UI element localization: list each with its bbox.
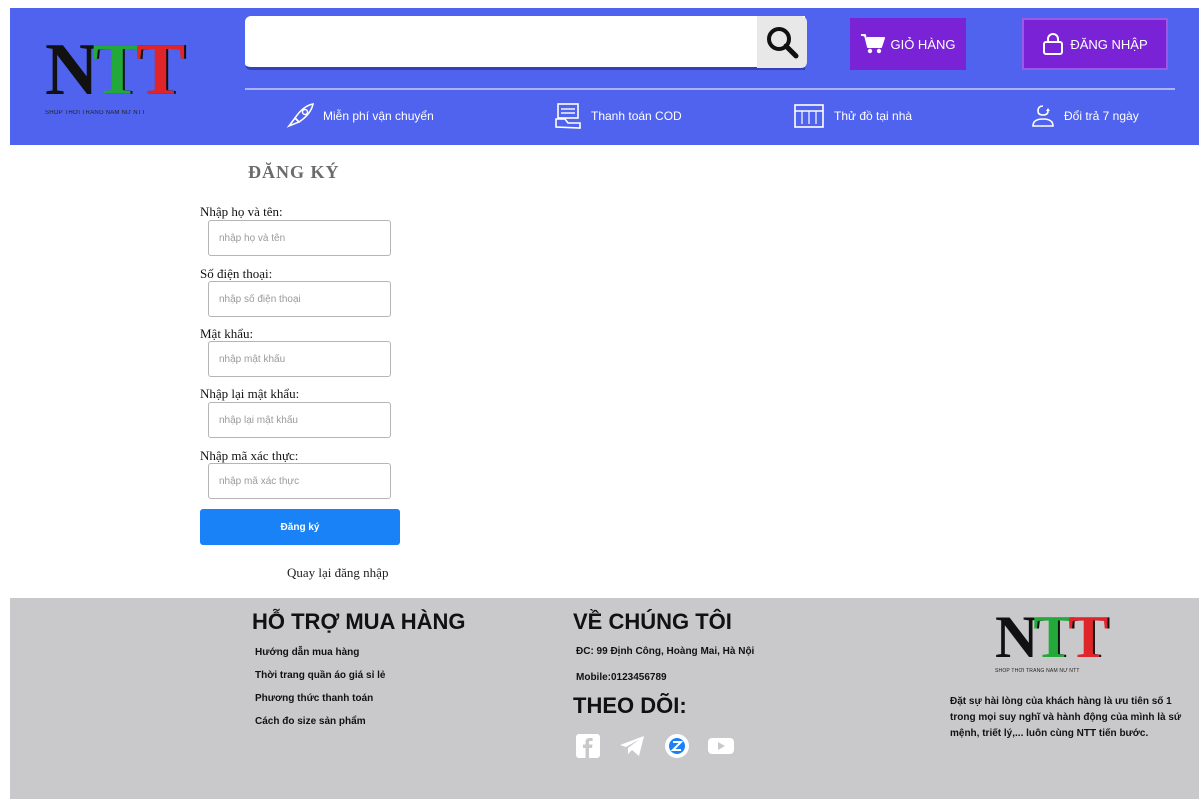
zalo-link[interactable] [662, 732, 692, 760]
support-link[interactable]: Hướng dẫn mua hàng [255, 647, 359, 658]
facebook-link[interactable] [573, 732, 603, 760]
verification-code-label: Nhập mã xác thực: [200, 448, 299, 463]
facebook-icon [576, 734, 600, 758]
return-icon [1032, 105, 1054, 127]
feature-label: Thử đồ tại nhà [834, 109, 913, 123]
confirm-password-input[interactable] [208, 402, 391, 438]
support-link[interactable]: Thời trang quần áo giá sỉ lẻ [255, 670, 385, 681]
wardrobe-icon [794, 104, 824, 128]
logo-tagline: SHOP THỜI TRANG NAM NỮ NTT [45, 110, 146, 116]
phone-input[interactable] [208, 281, 391, 317]
telegram-icon [620, 736, 644, 756]
confirm-password-label: Nhập lại mật khẩu: [200, 386, 300, 401]
feature-return: Đổi trả 7 ngày [1030, 100, 1139, 132]
support-heading: HỖ TRỢ MUA HÀNG [252, 609, 466, 634]
search-button[interactable] [757, 16, 807, 68]
youtube-icon [708, 738, 734, 754]
form-title: ĐĂNG KÝ [248, 162, 340, 182]
rocket-icon [286, 102, 315, 128]
address-text: ĐC: 99 Định Công, Hoàng Mai, Hà Nội [576, 646, 755, 657]
cash-icon [555, 103, 581, 129]
feature-label: Đổi trả 7 ngày [1064, 109, 1139, 123]
password-input[interactable] [208, 341, 391, 377]
support-link[interactable]: Phương thức thanh toán [255, 693, 373, 704]
back-to-login-link[interactable]: Quay lại đăng nhập [287, 565, 388, 581]
footer-logo: NTT SHOP THỜI TRANG NAM NỮ NTT [995, 606, 1115, 681]
password-label: Mật khẩu: [200, 326, 254, 341]
cart-icon [861, 34, 886, 54]
feature-label: Miễn phí vận chuyển [323, 109, 434, 123]
footer-logo-tagline: SHOP THỜI TRANG NAM NỮ NTT [995, 668, 1080, 674]
search-input[interactable] [245, 16, 805, 67]
support-link[interactable]: Cách đo size sản phẩm [255, 716, 366, 727]
zalo-icon [665, 734, 689, 758]
feature-free-shipping: Miễn phí vận chuyển [285, 100, 434, 132]
cart-button[interactable]: GIỎ HÀNG [850, 18, 966, 70]
logo-letters: NTT [45, 29, 185, 111]
logo-letters: NTT [995, 604, 1108, 670]
register-button[interactable]: Đăng ký [200, 509, 400, 545]
cart-label: GIỎ HÀNG [890, 36, 956, 52]
search-icon [767, 27, 799, 59]
fullname-label: Nhập họ và tên: [200, 204, 283, 219]
lock-icon [1043, 33, 1064, 55]
mobile-text: Mobile:0123456789 [576, 672, 667, 683]
login-button[interactable]: ĐĂNG NHẬP [1022, 18, 1168, 70]
follow-heading: THEO DÕI: [573, 693, 687, 718]
phone-label: Số điện thoại: [200, 266, 273, 281]
telegram-link[interactable] [617, 732, 647, 760]
youtube-link[interactable] [706, 732, 736, 760]
about-heading: VỀ CHÚNG TÔI [573, 609, 732, 634]
feature-cod: Thanh toán COD [553, 100, 682, 132]
header-divider [245, 88, 1175, 90]
verification-code-input[interactable] [208, 463, 391, 499]
login-label: ĐĂNG NHẬP [1070, 36, 1148, 52]
site-logo[interactable]: NTT SHOP THỜI TRANG NAM NỮ NTT [45, 30, 190, 125]
feature-try-at-home: Thử đồ tại nhà [792, 100, 912, 132]
feature-label: Thanh toán COD [591, 109, 682, 123]
footer-description: Đặt sự hài lòng của khách hàng là ưu tiê… [950, 696, 1182, 739]
fullname-input[interactable] [208, 220, 391, 256]
search-box [245, 16, 805, 70]
